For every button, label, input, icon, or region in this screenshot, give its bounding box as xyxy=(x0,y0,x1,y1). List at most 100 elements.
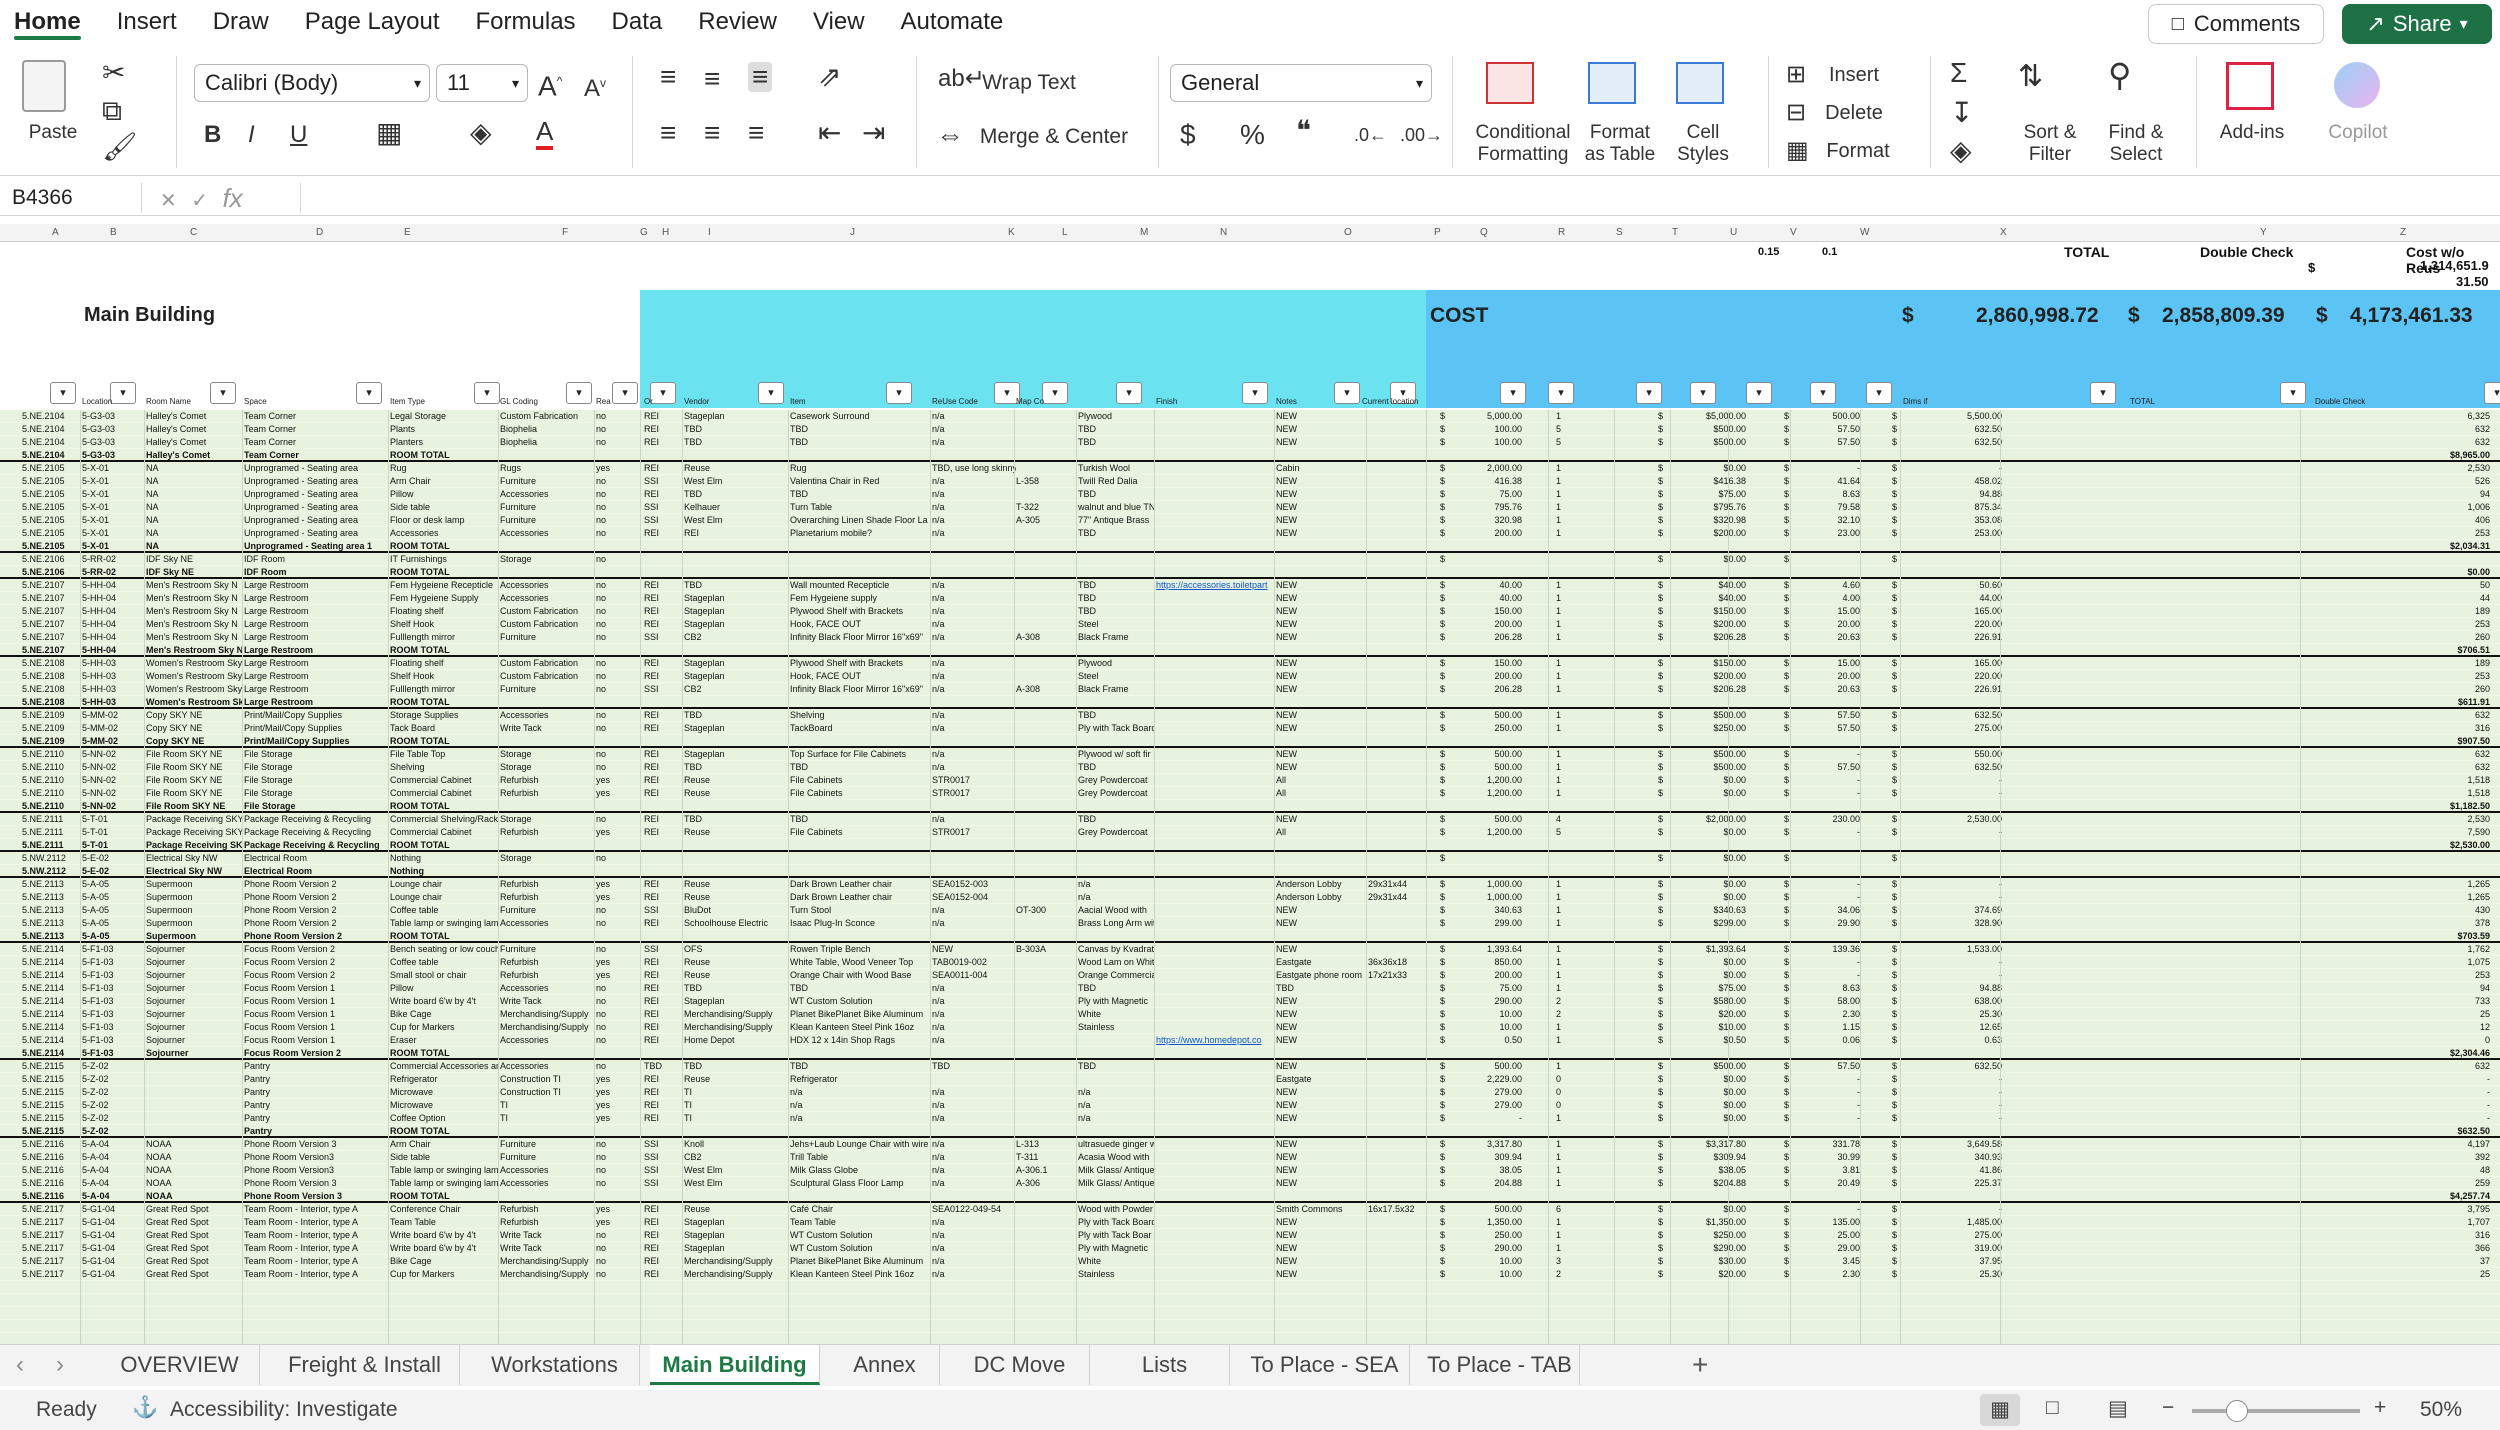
cell[interactable]: Steel xyxy=(1078,618,1154,631)
cell[interactable]: 5.NW.2112 xyxy=(22,852,80,865)
room-total-row[interactable]: 5.NW.2112 5-E-02 Electrical Sky NW Electric… xyxy=(0,865,2500,878)
cell[interactable]: https://accessories.toiletpart xyxy=(1156,579,1274,592)
cell[interactable]: 1.15 xyxy=(1800,1021,1860,1034)
cell[interactable]: yes xyxy=(596,956,636,969)
cell[interactable]: Plywood Shelf with Brackets xyxy=(790,605,930,618)
align-top-icon[interactable]: ≡ xyxy=(660,62,676,92)
cell[interactable]: NEW xyxy=(1276,631,1366,644)
cell[interactable]: Stageplan xyxy=(684,410,788,423)
cell[interactable]: Package Receiving & Recycling xyxy=(244,813,388,826)
cell[interactable]: TBD xyxy=(1078,709,1154,722)
cell[interactable]: yes xyxy=(596,1073,636,1086)
cell[interactable]: Pillow xyxy=(390,982,498,995)
cell[interactable]: 5-F1-03 xyxy=(82,1034,144,1047)
cell[interactable]: REI xyxy=(644,878,682,891)
increase-indent-icon[interactable]: ⇥ xyxy=(862,118,885,148)
cell[interactable]: no xyxy=(596,982,636,995)
cell[interactable]: REI xyxy=(644,1073,682,1086)
cell[interactable]: 5-Z-02 xyxy=(82,1086,144,1099)
cell[interactable]: n/a xyxy=(1078,1086,1154,1099)
cell[interactable]: Merchandising/Supply xyxy=(500,1255,594,1268)
cell[interactable]: 1 xyxy=(1556,774,1576,787)
cell[interactable]: no xyxy=(596,683,636,696)
cell[interactable]: 500.00 xyxy=(1460,1203,1522,1216)
cell[interactable]: $0.00 xyxy=(1676,774,1746,787)
cell[interactable]: 1 xyxy=(1556,605,1576,618)
cell[interactable]: 259 xyxy=(2300,1177,2490,1190)
cell[interactable]: Accessories xyxy=(500,982,594,995)
cell[interactable]: 94 xyxy=(2300,488,2490,501)
cell[interactable]: 0 xyxy=(2300,1034,2490,1047)
cell[interactable]: 1 xyxy=(1556,904,1576,917)
cell[interactable]: 5.NE.2109 xyxy=(22,722,80,735)
room-total-row[interactable]: 5.NE.2106 5-RR-02 IDF Sky NE IDF Room ROOM T… xyxy=(0,566,2500,579)
cell[interactable]: 1 xyxy=(1556,1112,1576,1125)
cell[interactable]: no xyxy=(596,1255,636,1268)
comments-button[interactable]: □ Comments xyxy=(2148,4,2324,44)
cell[interactable]: Write board 6'w by 4't xyxy=(390,1242,498,1255)
cell[interactable]: Furniture xyxy=(500,631,594,644)
cell[interactable]: 2,530 xyxy=(2300,813,2490,826)
cell[interactable]: Brass Long Arm wit xyxy=(1078,917,1154,930)
cell[interactable]: 206.28 xyxy=(1460,683,1522,696)
cell[interactable]: 5.NE.2117 xyxy=(22,1216,80,1229)
cell[interactable]: 8.63 xyxy=(1800,488,1860,501)
cell[interactable]: 75.00 xyxy=(1460,488,1522,501)
table-row[interactable]: 5.NE.2109 5-MM-02 Copy SKY NE Print/Mail/Co… xyxy=(0,709,2500,722)
cell[interactable]: Top Surface for File Cabinets xyxy=(790,748,930,761)
cell[interactable]: 4,197 xyxy=(2300,1138,2490,1151)
cell[interactable]: 5.NE.2113 xyxy=(22,878,80,891)
table-row[interactable]: 5.NE.2114 5-F1-03 Sojourner Focus Room Vers… xyxy=(0,969,2500,982)
format-button[interactable]: Format xyxy=(1818,140,1898,162)
ribbon-tab-formulas[interactable]: Formulas xyxy=(458,0,594,44)
cell[interactable]: Turn Table xyxy=(790,501,930,514)
cell[interactable]: Accessories xyxy=(500,527,594,540)
cell[interactable]: 220.00 xyxy=(1902,670,2002,683)
cell[interactable]: $30.00 xyxy=(1676,1255,1746,1268)
cell[interactable]: n/a xyxy=(1078,878,1154,891)
column-letter[interactable]: G xyxy=(640,227,648,238)
copilot-icon[interactable] xyxy=(2334,62,2380,108)
cell[interactable]: 5.NE.2105 xyxy=(22,462,80,475)
column-letter[interactable]: P xyxy=(1434,227,1441,238)
table-row[interactable]: 5.NE.2111 5-T-01 Package Receiving SKY Pack… xyxy=(0,813,2500,826)
cell[interactable]: Merchandising/Supply xyxy=(684,1021,788,1034)
cell[interactable]: Phone Room Version 3 xyxy=(244,1138,388,1151)
cell[interactable]: Refurbish xyxy=(500,826,594,839)
cell[interactable]: $0.00 xyxy=(1676,891,1746,904)
cell[interactable]: 5-A-05 xyxy=(82,917,144,930)
cell[interactable]: 5.NE.2110 xyxy=(22,761,80,774)
cell[interactable]: Refrigerator xyxy=(390,1073,498,1086)
cell[interactable]: Custom Fabrication xyxy=(500,410,594,423)
cell[interactable]: Plywood xyxy=(1078,657,1154,670)
cell[interactable]: 5-T-01 xyxy=(82,813,144,826)
cell[interactable]: Team Room - Interior, type A xyxy=(244,1216,388,1229)
cell[interactable]: Cup for Markers xyxy=(390,1021,498,1034)
cell[interactable]: 150.00 xyxy=(1460,605,1522,618)
cell[interactable]: Accessories xyxy=(500,709,594,722)
cell[interactable]: 5-HH-04 xyxy=(82,618,144,631)
column-letter[interactable]: E xyxy=(404,227,411,238)
cell[interactable]: $0.00 xyxy=(1676,787,1746,800)
cell[interactable]: 8.63 xyxy=(1800,982,1860,995)
cell[interactable]: File Room SKY NE xyxy=(146,774,242,787)
filter-dropdown-button[interactable]: ▾ xyxy=(50,382,76,404)
cell[interactable]: REI xyxy=(644,1112,682,1125)
cell[interactable]: REI xyxy=(644,462,682,475)
cell[interactable]: Pantry xyxy=(244,1112,388,1125)
add-sheet-icon[interactable]: + xyxy=(1692,1349,1708,1381)
cell[interactable]: REI xyxy=(644,748,682,761)
cell[interactable]: NEW xyxy=(1276,475,1366,488)
scroll-right-icon[interactable]: › xyxy=(56,1351,64,1379)
cell[interactable]: $0.00 xyxy=(1676,878,1746,891)
table-row[interactable]: 5.NE.2117 5-G1-04 Great Red Spot Team Room … xyxy=(0,1268,2500,1281)
cell[interactable]: NEW xyxy=(1276,1164,1366,1177)
sort-filter-label-1[interactable]: Sort & xyxy=(2010,122,2090,144)
cell[interactable]: 500.00 xyxy=(1460,709,1522,722)
cell[interactable]: Supermoon xyxy=(146,917,242,930)
cell[interactable]: 1,533.00 xyxy=(1902,943,2002,956)
cell[interactable]: 632 xyxy=(2300,709,2490,722)
cell[interactable]: SSI xyxy=(644,683,682,696)
cell[interactable]: Anderson Lobby xyxy=(1276,891,1366,904)
cell[interactable]: 220.00 xyxy=(1902,618,2002,631)
